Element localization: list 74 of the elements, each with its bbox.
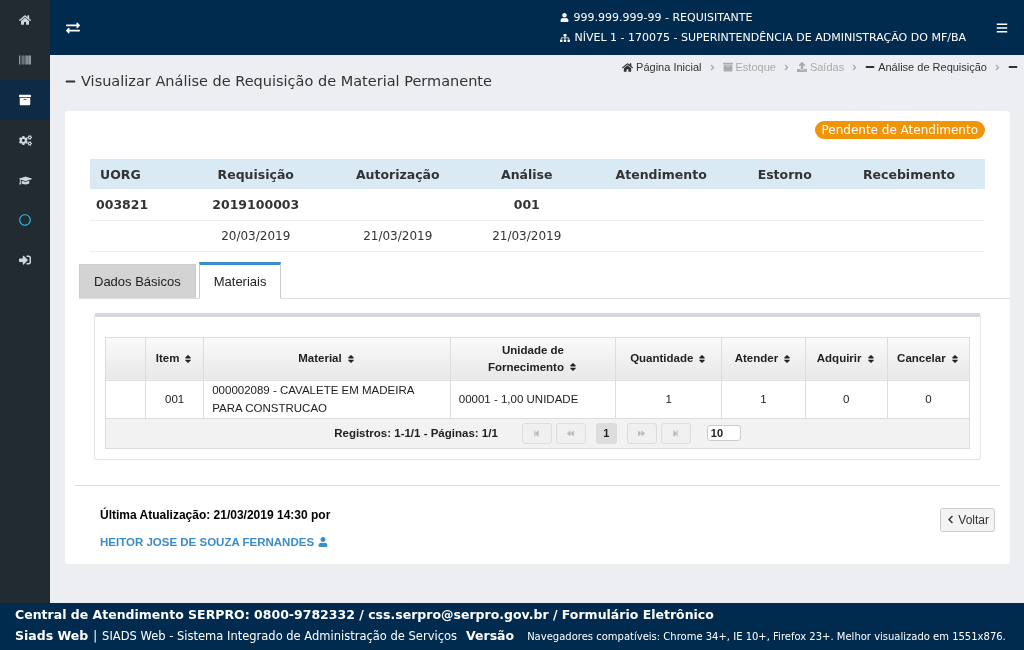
system-name: SIADS Web - Sistema Integrado de Administração de Serviços xyxy=(102,629,457,643)
chevron-left-icon xyxy=(946,515,956,524)
sitemap-icon xyxy=(559,32,570,43)
column-header[interactable]: Unidade de Fornecimento xyxy=(450,337,616,380)
browsers-text: Navegadores compatíveis: Chrome 34+, IE 10+, Firefox 23+. Melhor visualizado em 1551x876. xyxy=(527,631,1006,642)
sort-icon xyxy=(865,353,876,364)
column-header[interactable]: Item xyxy=(145,337,204,380)
sort-icon xyxy=(782,353,793,364)
column-header[interactable]: Atender xyxy=(721,337,806,380)
back-button[interactable]: Voltar xyxy=(940,507,995,532)
summary-header: Estorno xyxy=(736,159,833,189)
first-icon xyxy=(533,429,541,437)
column-header[interactable]: Adquirir xyxy=(805,337,888,380)
gears-icon xyxy=(18,133,32,147)
status-badge: Pendente de Atendimento xyxy=(814,121,985,139)
summary-cell: 21/03/2019 xyxy=(327,220,468,251)
next-icon xyxy=(638,429,646,437)
table-cell: 0 xyxy=(887,380,970,418)
tab[interactable]: Dados Básicos xyxy=(79,263,196,299)
home-icon xyxy=(19,14,31,26)
table-cell: 00001 - 1,00 UNIDADE xyxy=(450,380,616,418)
unit-text: NÍVEL 1 - 170075 - SUPERINTENDÊNCIA DE ADMINISTRAÇÃO DO MF/BA xyxy=(574,31,966,44)
user-icon xyxy=(559,13,569,22)
upload-icon xyxy=(796,62,807,72)
home-icon xyxy=(622,61,634,73)
breadcrumb-link[interactable]: Página Inicial xyxy=(622,61,702,73)
summary-header: UORG xyxy=(90,159,184,189)
sign-in-icon xyxy=(19,254,31,266)
sort-icon xyxy=(567,362,578,373)
previous-icon xyxy=(567,429,575,437)
user-link[interactable]: HEITOR JOSE DE SOUZA FERNANDES xyxy=(100,535,331,548)
column-header[interactable]: Cancelar xyxy=(887,337,970,380)
column-header[interactable]: Material xyxy=(203,337,451,380)
summary-cell: 001 xyxy=(467,189,586,220)
sort-icon xyxy=(697,353,708,364)
table-cell: 0 xyxy=(805,380,888,418)
page-button[interactable]: 1 xyxy=(595,422,617,444)
summary-cell: 21/03/2019 xyxy=(467,220,586,251)
version-label: Versão xyxy=(466,628,515,643)
page-title: Visualizar Análise de Requisição de Material Permanente xyxy=(81,73,492,89)
tab[interactable]: Materiais xyxy=(198,261,282,299)
swap-icon[interactable] xyxy=(66,20,80,35)
table-cell: 1 xyxy=(721,380,806,418)
sort-icon xyxy=(345,353,356,364)
contact-text: Central de Atendimento SERPRO: 0800-9782332 / css.serpro@serpro.gov.br / Formulário Eletrônico xyxy=(15,607,714,622)
menu-icon[interactable] xyxy=(996,21,1008,34)
summary-cell: 2019100003 xyxy=(183,189,328,220)
sort-icon xyxy=(183,353,194,364)
pagination-summary: Registros: 1-1/1 - Páginas: 1/1 xyxy=(334,427,498,439)
summary-cell: 20/03/2019 xyxy=(183,220,328,251)
table-cell: 001 xyxy=(145,380,204,418)
table-cell: 1 xyxy=(615,380,722,418)
archive-icon xyxy=(19,94,31,106)
summary-header: Recebimento xyxy=(833,159,985,189)
last-icon xyxy=(672,429,680,437)
archive-icon xyxy=(722,62,733,72)
barcode-icon xyxy=(19,54,31,66)
separator-text: | xyxy=(93,629,98,643)
table-cell: 000002089 - CAVALETE EM MADEIRA PARA CONSTRUCAO xyxy=(203,380,451,418)
last-update-text: Última Atualização: 21/03/2019 14:30 por xyxy=(100,507,331,522)
summary-header: Autorização xyxy=(327,159,468,189)
summary-header: Análise xyxy=(467,159,586,189)
breadcrumb-link[interactable]: Análise de Requisição xyxy=(865,61,987,73)
chevron-right-icon xyxy=(993,62,1002,72)
sort-icon xyxy=(949,353,960,364)
summary-header: Atendimento xyxy=(585,159,737,189)
app-name: Siads Web xyxy=(15,628,89,643)
summary-header: Requisição xyxy=(183,159,328,189)
summary-cell: 003821 xyxy=(90,189,184,220)
sidebar-item[interactable] xyxy=(0,80,50,120)
user-icon xyxy=(318,536,329,547)
column-header[interactable]: Quantidade xyxy=(615,337,722,380)
user-text: 999.999.999-99 - REQUISITANTE xyxy=(573,11,753,24)
page-size-select[interactable]: 10 xyxy=(706,425,741,441)
